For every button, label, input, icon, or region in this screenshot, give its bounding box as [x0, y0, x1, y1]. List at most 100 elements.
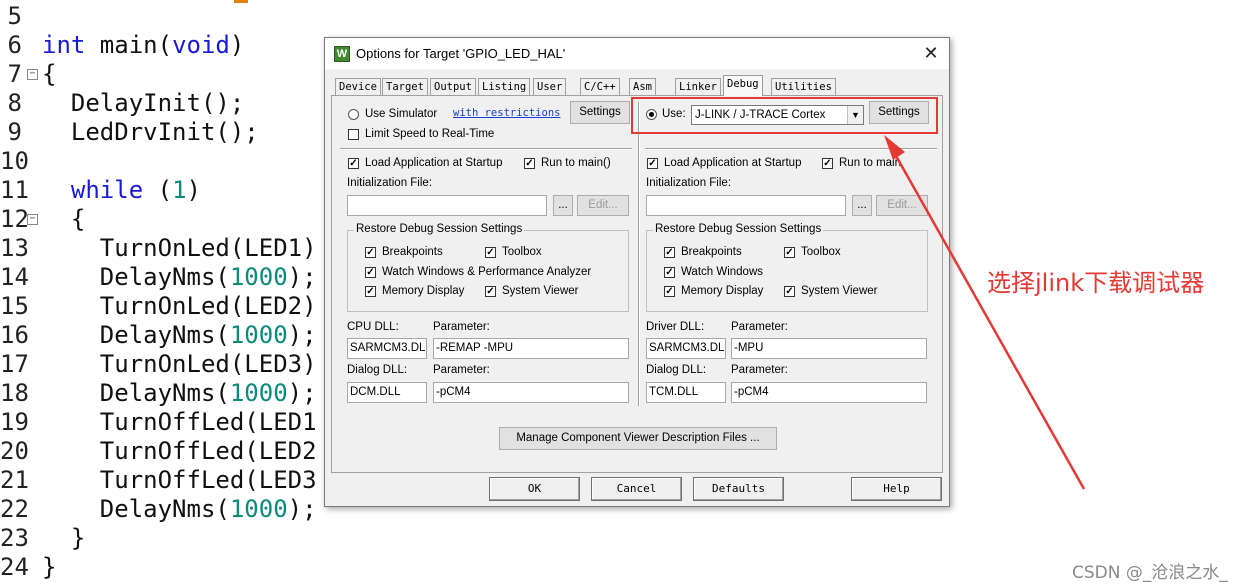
- tab-target[interactable]: Target: [382, 78, 428, 95]
- line-number: 12: [0, 205, 29, 233]
- code-line: DelayNms(1000);: [42, 321, 317, 350]
- right-watch-windows-checkbox[interactable]: ✓: [664, 267, 675, 278]
- watermark: CSDN @_沧浪之水_: [1072, 563, 1228, 583]
- tab-debug[interactable]: Debug: [723, 75, 763, 96]
- left-restore-session-title: Restore Debug Session Settings: [354, 223, 525, 235]
- code-line: DelayNms(1000);: [42, 379, 317, 408]
- tab-linker[interactable]: Linker: [675, 78, 721, 95]
- keyword: int: [42, 31, 86, 59]
- right-toolbox-checkbox[interactable]: ✓: [784, 247, 795, 258]
- cancel-button[interactable]: Cancel: [591, 477, 682, 501]
- driver-dll-input[interactable]: SARMCM3.DLL: [646, 338, 726, 359]
- right-load-app-checkbox[interactable]: ✓: [647, 158, 658, 169]
- use-simulator-label: Use Simulator: [365, 108, 438, 120]
- right-dialog-dll-input[interactable]: TCM.DLL: [646, 382, 726, 403]
- ok-button[interactable]: OK: [489, 477, 580, 501]
- left-toolbox-checkbox[interactable]: ✓: [485, 247, 496, 258]
- close-icon[interactable]: ✕: [919, 42, 943, 64]
- left-breakpoints-label: Breakpoints: [382, 246, 443, 258]
- right-run-to-main-checkbox[interactable]: ✓: [822, 158, 833, 169]
- line-number: 13: [0, 234, 29, 262]
- highlight-box: [631, 97, 938, 134]
- left-system-viewer-checkbox[interactable]: ✓: [485, 286, 496, 297]
- line-number: 8: [7, 89, 22, 117]
- dialog-titlebar: W Options for Target 'GPIO_LED_HAL' ✕: [325, 38, 949, 69]
- line-number: 24: [0, 553, 29, 581]
- cpu-param-input[interactable]: -REMAP -MPU: [433, 338, 629, 359]
- with-restrictions-link[interactable]: with restrictions: [453, 107, 560, 119]
- separator: [645, 148, 937, 150]
- annotation-text: 选择jlink下载调试器: [987, 269, 1205, 297]
- right-restore-session-group: Restore Debug Session Settings ✓ Breakpo…: [646, 223, 928, 312]
- left-load-app-label: Load Application at Startup: [365, 157, 503, 169]
- simulator-settings-button[interactable]: Settings: [570, 101, 630, 124]
- number-literal: 1: [172, 176, 187, 204]
- code-text: );: [287, 321, 317, 349]
- right-breakpoints-checkbox[interactable]: ✓: [664, 247, 675, 258]
- left-watch-windows-checkbox[interactable]: ✓: [365, 267, 376, 278]
- tab-output[interactable]: Output: [430, 78, 476, 95]
- left-init-file-input[interactable]: [347, 195, 547, 216]
- code-line: }: [42, 524, 85, 553]
- tab-asm[interactable]: Asm: [629, 78, 656, 95]
- left-dialog-dll-label: Dialog DLL:: [347, 364, 408, 376]
- line-number: 22: [0, 495, 29, 523]
- left-breakpoints-checkbox[interactable]: ✓: [365, 247, 376, 258]
- number-literal: 1000: [229, 495, 288, 523]
- tab-c-cpp[interactable]: C/C++: [580, 78, 620, 95]
- cpu-dll-input[interactable]: SARMCM3.DLL: [347, 338, 427, 359]
- left-run-to-main-label: Run to main(): [541, 157, 611, 169]
- right-browse-button[interactable]: ...: [852, 195, 872, 216]
- line-number: 6: [7, 31, 22, 59]
- right-init-file-input[interactable]: [646, 195, 846, 216]
- manage-component-viewer-button[interactable]: Manage Component Viewer Description File…: [499, 427, 777, 450]
- code-text: );: [287, 495, 317, 523]
- code-text: TurnOffLed(LED1: [42, 408, 317, 436]
- code-text: main(: [85, 31, 173, 59]
- use-simulator-radio[interactable]: [348, 109, 359, 120]
- right-memory-display-checkbox[interactable]: ✓: [664, 286, 675, 297]
- line-number: 15: [0, 292, 29, 320]
- right-memory-display-label: Memory Display: [681, 285, 764, 297]
- left-load-app-checkbox[interactable]: ✓: [348, 158, 359, 169]
- code-line: while (1): [42, 176, 201, 205]
- tab-listing[interactable]: Listing: [478, 78, 531, 95]
- right-system-viewer-checkbox[interactable]: ✓: [784, 286, 795, 297]
- number-literal: 1000: [229, 263, 288, 291]
- line-number: 20: [0, 437, 29, 465]
- fold-toggle-icon[interactable]: −: [27, 69, 38, 80]
- tab-utilities[interactable]: Utilities: [771, 78, 836, 95]
- left-browse-button[interactable]: ...: [553, 195, 573, 216]
- right-system-viewer-label: System Viewer: [801, 285, 878, 297]
- left-run-to-main-checkbox[interactable]: ✓: [524, 158, 535, 169]
- cpu-dll-label: CPU DLL:: [347, 321, 399, 333]
- help-button[interactable]: Help: [851, 477, 942, 501]
- right-dialog-param-input[interactable]: -pCM4: [731, 382, 927, 403]
- left-memory-display-label: Memory Display: [382, 285, 465, 297]
- right-dialog-param-label: Parameter:: [731, 364, 788, 376]
- tab-device[interactable]: Device: [335, 78, 381, 95]
- left-init-file-label: Initialization File:: [347, 177, 433, 189]
- code-line: TurnOnLed(LED3): [42, 350, 317, 379]
- limit-speed-label: Limit Speed to Real-Time: [365, 128, 495, 140]
- right-init-file-label: Initialization File:: [646, 177, 732, 189]
- code-line: DelayNms(1000);: [42, 495, 317, 524]
- code-text: DelayInit();: [42, 89, 245, 117]
- keyword: void: [172, 31, 230, 59]
- left-memory-display-checkbox[interactable]: ✓: [365, 286, 376, 297]
- left-dialog-param-label: Parameter:: [433, 364, 490, 376]
- driver-param-input[interactable]: -MPU: [731, 338, 927, 359]
- code-line: DelayInit();: [42, 89, 244, 118]
- tab-user[interactable]: User: [533, 78, 567, 95]
- code-text: TurnOffLed(LED3: [42, 466, 317, 494]
- fold-toggle-icon[interactable]: −: [27, 214, 38, 225]
- limit-speed-checkbox[interactable]: [348, 129, 359, 140]
- left-dialog-dll-input[interactable]: DCM.DLL: [347, 382, 427, 403]
- code-text: DelayNms(: [42, 321, 230, 349]
- defaults-button[interactable]: Defaults: [693, 477, 784, 501]
- code-line: DelayNms(1000);: [42, 263, 317, 292]
- code-text: DelayNms(: [42, 379, 230, 407]
- code-text: LedDrvInit();: [42, 118, 259, 146]
- left-dialog-param-input[interactable]: -pCM4: [433, 382, 629, 403]
- line-number: 17: [0, 350, 29, 378]
